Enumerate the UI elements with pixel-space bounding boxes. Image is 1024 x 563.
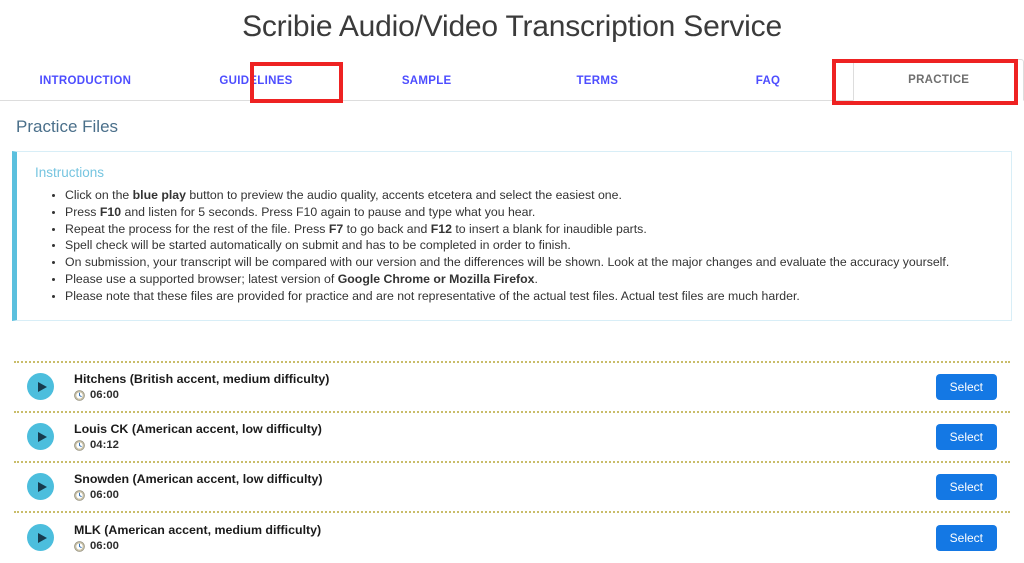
tab-terms[interactable]: TERMS: [512, 59, 683, 101]
tab-bar: INTRODUCTION GUIDELINES SAMPLE TERMS FAQ PRAC…: [0, 59, 1024, 105]
play-icon-button[interactable]: [27, 473, 54, 501]
play-triangle-icon: [37, 532, 47, 543]
file-name: MLK (American accent, medium difficulty): [74, 523, 322, 538]
clock-icon: [74, 390, 85, 401]
clock-icon: [74, 440, 85, 451]
tab-sample[interactable]: SAMPLE: [341, 59, 512, 101]
practice-file-row: Louis CK (American accent, low difficult…: [14, 413, 1010, 463]
practice-file-row: Hitchens (British accent, medium difficu…: [14, 363, 1010, 413]
file-duration: 06:00: [74, 489, 936, 502]
file-name: Louis CK (American accent, low difficult…: [74, 422, 322, 437]
play-icon-button[interactable]: [27, 373, 54, 401]
file-meta: Snowden (American accent, low difficulty…: [54, 471, 936, 502]
file-meta: Louis CK (American accent, low difficult…: [54, 421, 936, 452]
instruction-item: Spell check will be started automaticall…: [65, 238, 997, 253]
instruction-item: Repeat the process for the rest of the f…: [65, 222, 997, 237]
select-button[interactable]: Select: [935, 524, 997, 551]
play-triangle-icon: [37, 381, 47, 392]
instruction-item: On submission, your transcript will be c…: [65, 255, 997, 270]
duration-text: 06:00: [90, 540, 119, 553]
page-section-title: Practice Files: [16, 117, 119, 136]
instructions-title: Instructions: [35, 165, 105, 180]
instruction-item: Press F10 and listen for 5 seconds. Pres…: [65, 205, 997, 220]
tab-faq[interactable]: FAQ: [683, 59, 854, 101]
file-duration: 06:00: [74, 389, 936, 402]
file-name: Snowden (American accent, low difficulty…: [74, 472, 323, 487]
practice-file-row: Snowden (American accent, low difficulty…: [14, 463, 1010, 513]
duration-text: 04:12: [90, 439, 119, 452]
play-icon-button[interactable]: [27, 524, 54, 552]
play-icon-button[interactable]: [27, 423, 54, 451]
file-duration: 04:12: [74, 439, 936, 452]
instruction-item: Click on the blue play button to preview…: [65, 188, 997, 203]
tab-practice[interactable]: PRACTICE: [853, 59, 1024, 101]
duration-text: 06:00: [90, 389, 119, 402]
page-title: Scribie Audio/Video Transcription Servic…: [242, 10, 782, 43]
instruction-item: Please note that these files are provide…: [65, 289, 997, 304]
file-duration: 06:00: [74, 540, 936, 553]
duration-text: 06:00: [90, 489, 119, 502]
select-button[interactable]: Select: [935, 473, 997, 500]
tab-introduction[interactable]: INTRODUCTION: [0, 59, 171, 101]
play-triangle-icon: [37, 481, 47, 492]
instruction-item: Please use a supported browser; latest v…: [65, 272, 997, 287]
file-name: Hitchens (British accent, medium difficu…: [74, 372, 330, 387]
practice-file-list: Hitchens (British accent, medium difficu…: [14, 360, 1010, 563]
tab-list: INTRODUCTION GUIDELINES SAMPLE TERMS FAQ PRAC…: [0, 59, 1024, 101]
practice-file-row: MLK (American accent, medium difficulty)…: [14, 513, 1010, 563]
tab-guidelines[interactable]: GUIDELINES: [171, 59, 342, 101]
file-meta: Hitchens (British accent, medium difficu…: [54, 371, 936, 402]
select-button[interactable]: Select: [935, 373, 997, 400]
file-meta: MLK (American accent, medium difficulty)…: [54, 522, 936, 553]
select-button[interactable]: Select: [935, 423, 997, 450]
play-triangle-icon: [37, 431, 47, 442]
instructions-list: Click on the blue play button to preview…: [31, 188, 997, 304]
clock-icon: [74, 490, 85, 501]
instructions-panel: Instructions Click on the blue play butt…: [12, 151, 1012, 321]
